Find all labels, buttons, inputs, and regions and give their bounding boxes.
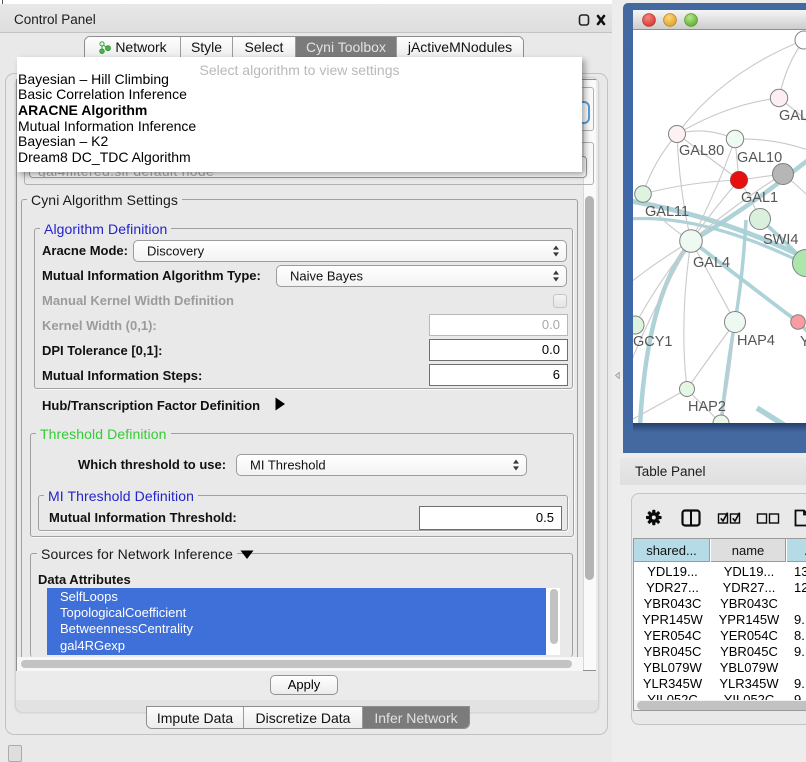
- svg-text:GAL10: GAL10: [737, 150, 782, 166]
- svg-text:GAL80: GAL80: [679, 143, 724, 159]
- svg-text:GAL4: GAL4: [693, 255, 730, 271]
- svg-text:Y: Y: [800, 334, 806, 350]
- svg-text:HAP2: HAP2: [688, 399, 726, 415]
- svg-text:SWI4: SWI4: [763, 232, 798, 248]
- svg-text:GAL1: GAL1: [741, 190, 778, 206]
- svg-text:GAL11: GAL11: [645, 204, 689, 220]
- svg-text:GCY1: GCY1: [633, 334, 673, 350]
- svg-text:GAL2: GAL2: [779, 108, 806, 124]
- svg-text:HAP4: HAP4: [737, 333, 775, 349]
